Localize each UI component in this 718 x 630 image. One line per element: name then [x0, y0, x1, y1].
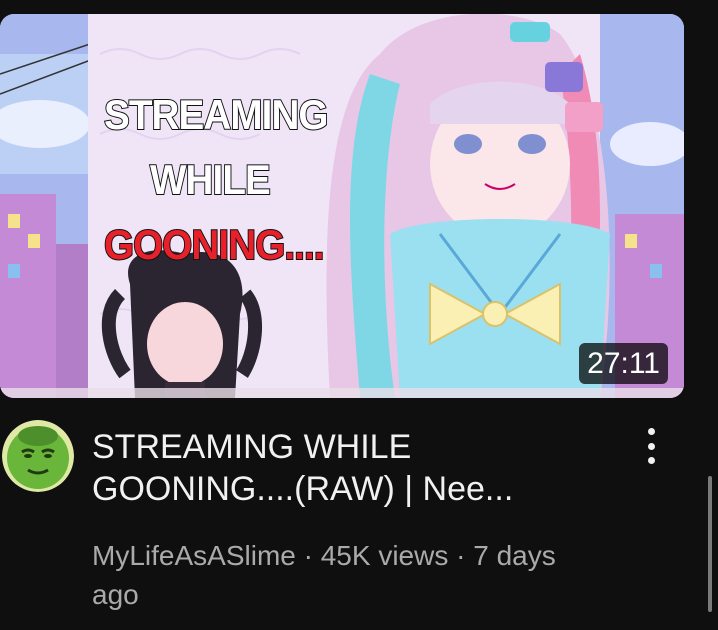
thumbnail-overlay-line1: STREAMING [103, 91, 329, 138]
menu-dot [647, 442, 655, 450]
thumbnail-overlay-line2: WHILE [149, 156, 272, 203]
scrollbar[interactable] [708, 476, 712, 612]
green-face-avatar-icon [2, 420, 74, 492]
more-vertical-icon[interactable] [636, 426, 666, 466]
menu-dot [647, 457, 655, 464]
video-title[interactable]: STREAMING WHILE GOONING....(RAW) | Nee..… [92, 426, 612, 510]
channel-avatar[interactable] [2, 420, 74, 492]
thumbnail-art [0, 14, 684, 398]
thumbnail-overlay-line3: GOONING.... [103, 221, 325, 268]
video-meta: MyLifeAsASlime · 45K views · 7 days ago [92, 540, 556, 610]
video-thumbnail[interactable]: STREAMING WHILE GOONING.... 27:11 [0, 14, 684, 398]
menu-dot [647, 428, 655, 435]
duration-badge: 27:11 [579, 343, 668, 384]
